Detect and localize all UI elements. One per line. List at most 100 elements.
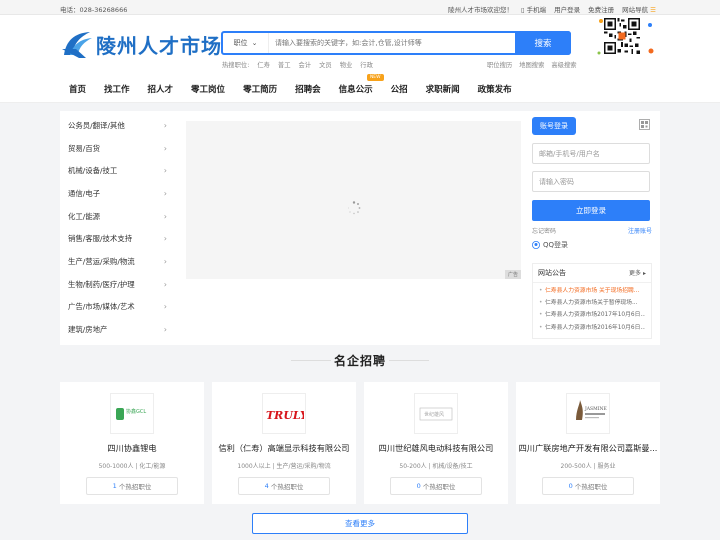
account-login-tab[interactable]: 账号登录: [532, 117, 576, 135]
banner-carousel[interactable]: 广告: [186, 121, 521, 279]
hot-item[interactable]: 仁寿: [257, 60, 270, 69]
hot-jobs-button[interactable]: 4 个热招职位: [238, 477, 330, 495]
hot-searches: 热搜职位: 仁寿 普工 会计 文员 物业 行政: [222, 60, 373, 69]
company-meta: 1000人以上 | 生产/营运/采购/物流: [237, 463, 331, 470]
mobile-link[interactable]: ▯ 手机端: [521, 4, 546, 14]
notice-item[interactable]: 仁寿县人力资源市场 关于现场招聘...: [539, 285, 645, 297]
see-more-button[interactable]: 查看更多: [252, 513, 468, 534]
company-meta: 50-200人 | 机械/设备/技工: [399, 463, 473, 470]
company-card[interactable]: 世纪雄风 四川世纪雄风电动科技有限公司 50-200人 | 机械/设备/技工 0…: [364, 382, 508, 504]
category-item[interactable]: 生物/制药/医疗/护理 ›: [60, 273, 175, 296]
quick-link[interactable]: 高级搜索: [551, 60, 576, 69]
chevron-right-icon: ›: [163, 256, 167, 266]
logo-mark-icon: [62, 32, 92, 58]
section-title: 名企招聘: [0, 352, 720, 369]
search-quick-links: 职位搜历 地图搜索 高级搜索: [487, 60, 577, 69]
nav-public-info[interactable]: 信息公示 NEW: [330, 74, 384, 95]
nav-find-job[interactable]: 找工作: [95, 83, 139, 95]
divider-left: [291, 360, 331, 361]
category-item[interactable]: 公务员/翻译/其他 ›: [60, 114, 175, 137]
jasmine-logo-icon: JASMINE: [576, 399, 607, 420]
chevron-right-icon: ›: [163, 279, 167, 289]
register-account-link[interactable]: 注册账号: [628, 226, 652, 235]
svg-text:TRULY: TRULY: [266, 409, 304, 422]
chevron-right-icon: ›: [163, 166, 167, 176]
hot-jobs-button[interactable]: 1 个热招职位: [86, 477, 178, 495]
notice-item[interactable]: 仁寿县人力资源市场关于暂停现场...: [539, 297, 645, 309]
hot-item[interactable]: 物业: [340, 60, 353, 69]
logo-text: 陵州人才市场: [96, 33, 222, 58]
hot-item[interactable]: 文员: [319, 60, 332, 69]
chevron-right-icon: ›: [163, 302, 167, 312]
quick-link[interactable]: 职位搜历: [487, 60, 512, 69]
notice-title: 网站公告: [538, 269, 566, 277]
company-logo: TRULY: [262, 393, 306, 434]
menu-icon: ☰: [650, 6, 656, 14]
category-item[interactable]: 广告/市场/媒体/艺术 ›: [60, 296, 175, 319]
company-card[interactable]: JASMINE 四川广联房地产开发有限公司嘉斯曼... 200-500人 | 服…: [516, 382, 660, 504]
notice-item[interactable]: 仁寿县人力资源市场2017年10月6日...: [539, 309, 645, 321]
username-field[interactable]: 邮箱/手机号/用户名: [532, 143, 650, 164]
category-item[interactable]: 机械/设备/技工 ›: [60, 159, 175, 182]
qr-login-icon[interactable]: [639, 119, 650, 130]
qr-code-icon: [604, 18, 640, 54]
search-button[interactable]: 搜索: [515, 31, 571, 55]
chevron-right-icon: ›: [163, 211, 167, 221]
nav-job-news[interactable]: 求职新闻: [417, 83, 469, 95]
nav-policy[interactable]: 政策发布: [469, 83, 521, 95]
welcome-text: 陵州人才市场欢迎您！: [447, 6, 513, 14]
hot-item[interactable]: 行政: [360, 60, 373, 69]
hot-jobs-button[interactable]: 0 个热招职位: [390, 477, 482, 495]
company-name: 四川协鑫锂电: [107, 443, 157, 453]
search-input[interactable]: [269, 33, 515, 53]
nav-recruit[interactable]: 招人才: [139, 83, 183, 95]
search-type-select[interactable]: 职位 ⌄: [223, 33, 269, 53]
site-nav-link[interactable]: 网站导航 ☰: [622, 4, 656, 14]
nav-home[interactable]: 首页: [60, 83, 95, 95]
company-name: 四川世纪雄风电动科技有限公司: [378, 443, 494, 453]
qq-login[interactable]: QQ登录: [532, 240, 652, 250]
company-logo: JASMINE: [566, 393, 610, 434]
company-meta: 200-500人 | 服务业: [560, 463, 616, 470]
nav-public-recruit[interactable]: 公招: [382, 83, 417, 95]
category-item[interactable]: 通信/电子 ›: [60, 182, 175, 205]
company-card[interactable]: 协鑫GCL 四川协鑫锂电 500-1000人 | 化工/能源 1 个热招职位: [60, 382, 204, 504]
site-logo[interactable]: 陵州人才市场: [60, 29, 222, 59]
main-nav: 首页 找工作 招人才 零工岗位 零工简历 招聘会 信息公示 NEW 公招 求职新闻…: [0, 74, 720, 103]
register-link[interactable]: 免费注册: [588, 4, 614, 14]
category-item[interactable]: 销售/客服/技术支持 ›: [60, 227, 175, 250]
hot-jobs-button[interactable]: 0 个热招职位: [542, 477, 634, 495]
hot-item[interactable]: 会计: [299, 60, 312, 69]
chevron-right-icon: ›: [163, 188, 167, 198]
quick-link[interactable]: 地图搜索: [519, 60, 544, 69]
notice-item[interactable]: 仁寿县人力资源市场2016年10月6日...: [539, 322, 645, 334]
svg-text:协鑫GCL: 协鑫GCL: [126, 408, 146, 415]
hot-item[interactable]: 普工: [278, 60, 291, 69]
category-item[interactable]: 化工/能源 ›: [60, 205, 175, 228]
hotline-text: 电话：028-36268666: [60, 6, 128, 14]
notice-more-link[interactable]: 更多 ▸: [629, 268, 646, 278]
category-item[interactable]: 建筑/房地产 ›: [60, 318, 175, 341]
site-notice: 网站公告 更多 ▸ 仁寿县人力资源市场 关于现场招聘... 仁寿县人力资源市场关…: [532, 263, 652, 339]
shiji-logo-icon: 世纪雄风: [419, 407, 453, 420]
password-field[interactable]: 请输入密码: [532, 171, 650, 192]
company-name: 信利（仁寿）高端显示科技有限公司: [218, 443, 350, 453]
category-item[interactable]: 贸易/百货 ›: [60, 137, 175, 160]
login-button[interactable]: 立即登录: [532, 200, 650, 221]
nav-job-fair[interactable]: 招聘会: [286, 83, 330, 95]
category-item[interactable]: 生产/营运/采购/物流 ›: [60, 250, 175, 273]
svg-text:世纪雄风: 世纪雄风: [424, 411, 444, 418]
nav-gig-resumes[interactable]: 零工简历: [234, 83, 286, 95]
gcl-logo-icon: 协鑫GCL: [116, 407, 146, 420]
search-bar: 职位 ⌄ 搜索: [221, 31, 571, 55]
truly-logo-icon: TRULY: [266, 409, 304, 422]
ad-label: 广告: [504, 270, 521, 279]
nav-gig-jobs[interactable]: 零工岗位: [182, 83, 234, 95]
qq-icon: [532, 241, 540, 249]
company-meta: 500-1000人 | 化工/能源: [98, 463, 166, 470]
login-link[interactable]: 用户登录: [554, 4, 580, 14]
header: 陵州人才市场 职位 ⌄ 搜索 热搜职位: 仁寿 普工 会计 文员 物业 行政 职…: [0, 15, 720, 75]
company-card[interactable]: TRULY 信利（仁寿）高端显示科技有限公司 1000人以上 | 生产/营运/采…: [212, 382, 356, 504]
chevron-down-icon: ⌄: [251, 39, 258, 47]
forgot-password-link[interactable]: 忘记密码: [532, 226, 556, 235]
